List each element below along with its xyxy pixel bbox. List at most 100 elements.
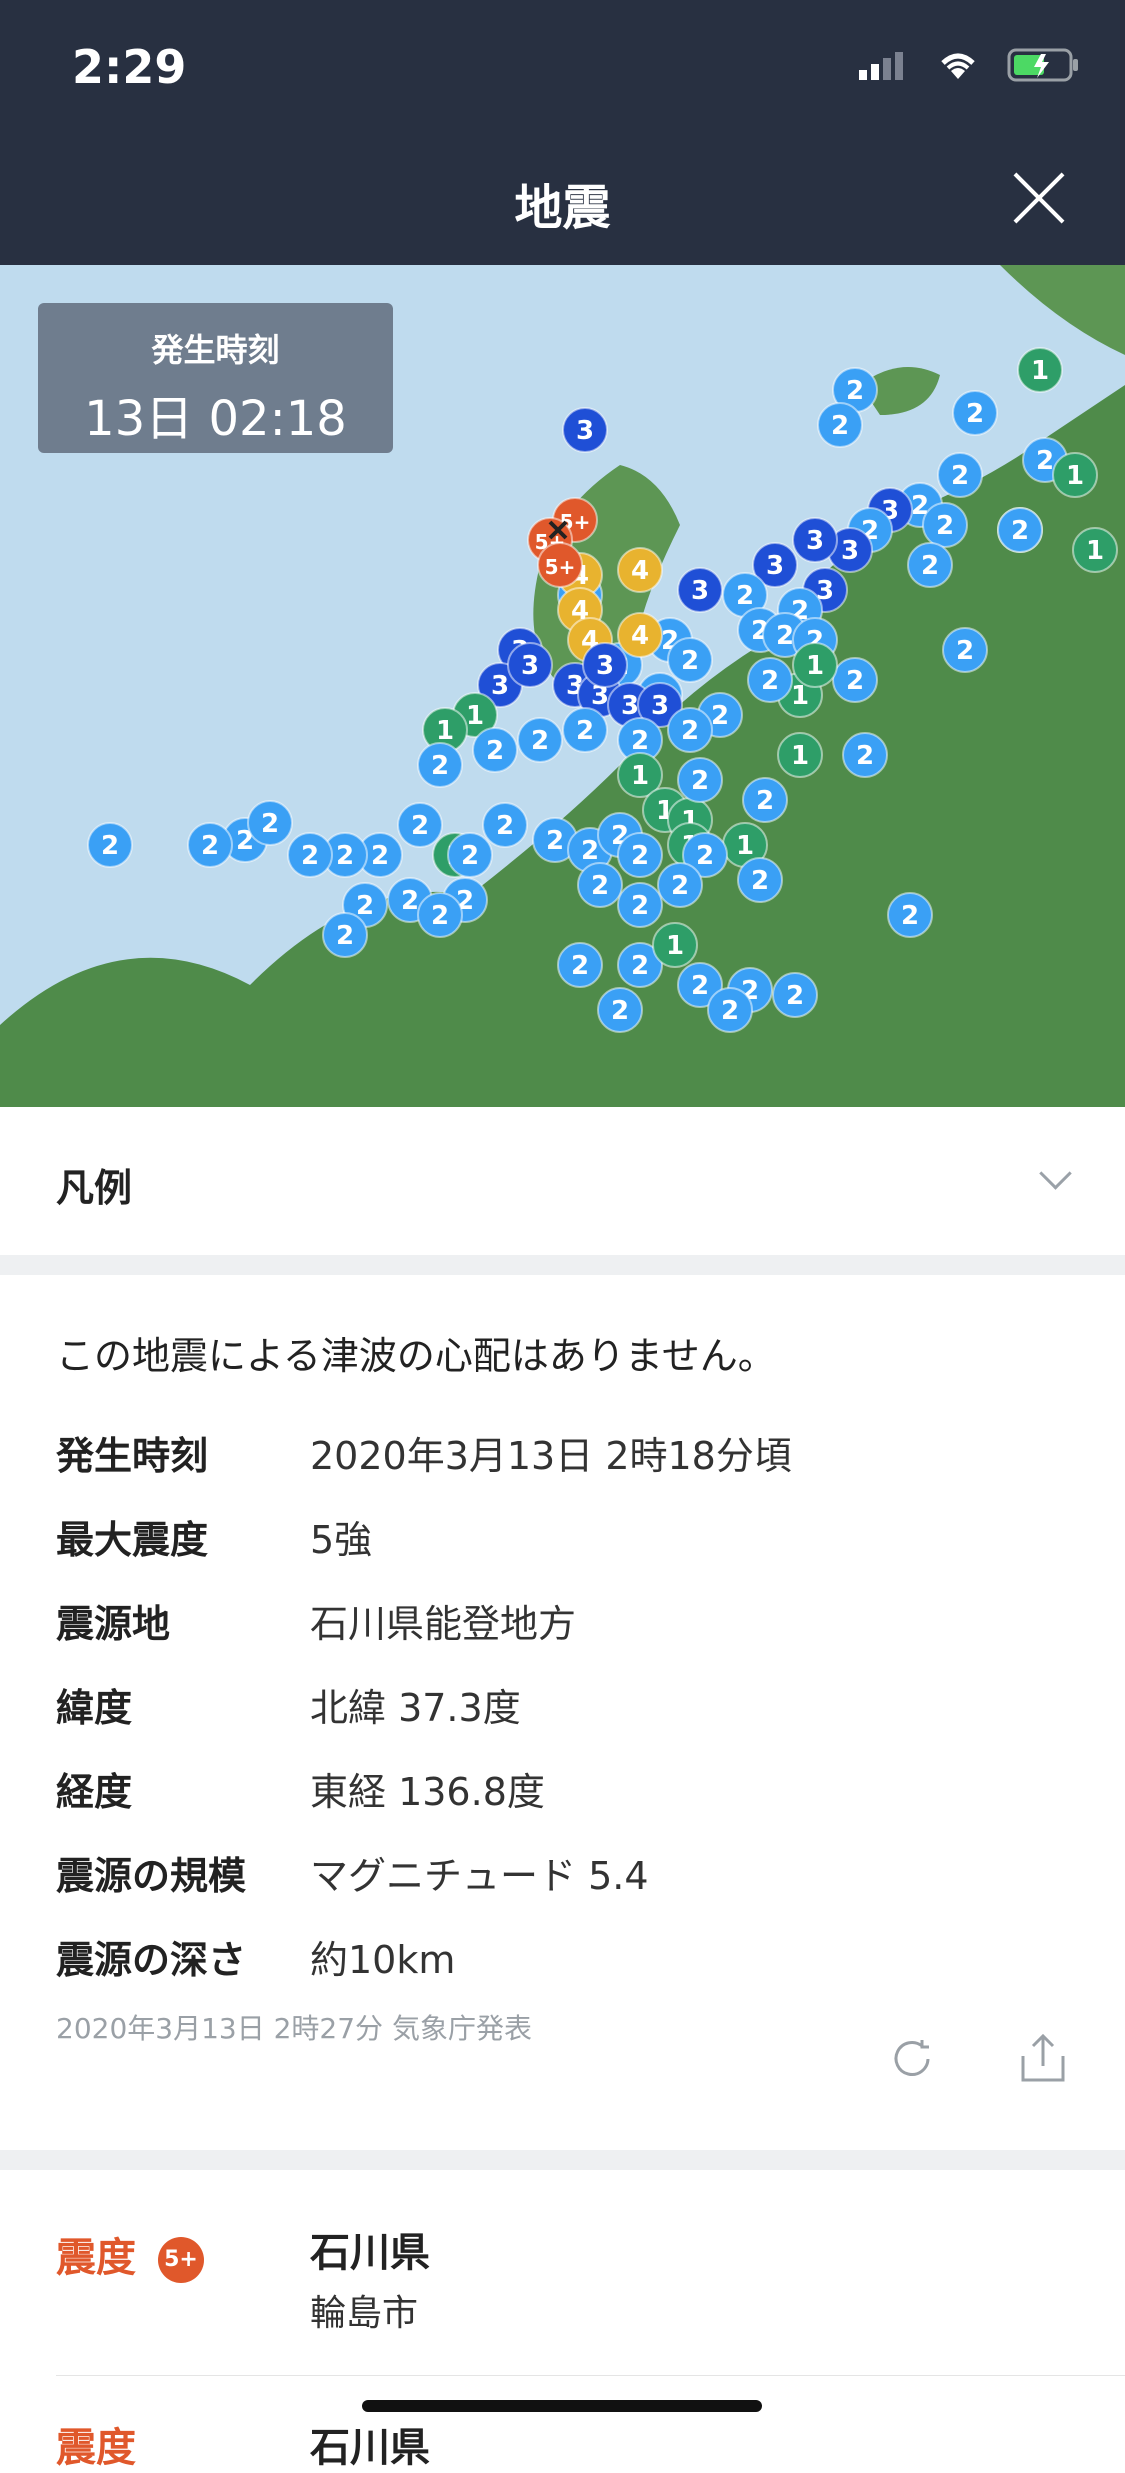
battery-icon (1007, 48, 1078, 82)
occurrence-time-box: 発生時刻 13日 02:18 (38, 303, 393, 453)
intensity-marker-label: 5+ (545, 555, 576, 579)
intensity-marker-label: 3 (621, 691, 639, 721)
info-row: 発生時刻 2020年3月13日 2時18分頃 (56, 1425, 1056, 1485)
intensity-marker-label: 1 (666, 931, 684, 961)
info-row: 経度 東経 136.8度 (56, 1761, 1056, 1821)
intensity-marker-label: 3 (521, 651, 539, 681)
page-title: 地震 (514, 180, 611, 236)
intensity-marker-label: 2 (356, 891, 374, 921)
info-key: 最大震度 (56, 1518, 209, 1562)
info-value: 5強 (310, 1518, 373, 1562)
wifi-icon (941, 53, 975, 79)
intensity-marker-label: 2 (831, 411, 849, 441)
intensity-marker-label: 2 (301, 841, 319, 871)
intensity-marker-label: 2 (696, 841, 714, 871)
intensity-marker-label: 1 (631, 761, 649, 791)
intensity-marker-label: 2 (691, 971, 709, 1001)
intensity-marker-label: 3 (691, 576, 709, 606)
info-value: 北緯 37.3度 (310, 1686, 521, 1730)
intensity-marker-label: 4 (631, 621, 649, 651)
legend-title: 凡例 (56, 1166, 133, 1210)
intensity-label-next: 震度 (56, 2425, 136, 2471)
prefecture-name-next: 石川県 (310, 2425, 430, 2471)
intensity-marker-label: 2 (956, 636, 974, 666)
intensity-marker-label: 3 (651, 691, 669, 721)
intensity-marker-label: 2 (776, 621, 794, 651)
intensity-label-text: 震度 (56, 2235, 136, 2281)
earthquake-info: この地震による津波の心配はありません。 発生時刻 2020年3月13日 2時18… (0, 1275, 1125, 2150)
legend-toggle[interactable]: 凡例 (0, 1107, 1125, 1256)
intensity-marker-label: 2 (1036, 446, 1054, 476)
info-row: 緯度 北緯 37.3度 (56, 1677, 1056, 1737)
info-value: 2020年3月13日 2時18分頃 (310, 1434, 792, 1478)
info-row: 震源の深さ 約10km (56, 1929, 1056, 1989)
intensity-marker-label: 2 (576, 716, 594, 746)
intensity-marker-label: 2 (901, 901, 919, 931)
info-value: 約10km (310, 1938, 456, 1982)
intensity-marker-label: 2 (846, 666, 864, 696)
home-indicator[interactable] (362, 2400, 762, 2412)
earthquake-map[interactable]: 3221221122322123333232222222222444445+5+… (0, 265, 1125, 1107)
status-time: 2:29 (72, 40, 187, 94)
info-row: 震源地 石川県能登地方 (56, 1593, 1056, 1653)
intensity-marker-label: 2 (631, 891, 649, 921)
intensity-marker-label: 1 (1066, 461, 1084, 491)
intensity-marker-label: 2 (846, 376, 864, 406)
info-key: 発生時刻 (56, 1434, 209, 1478)
intensity-marker-label: 2 (966, 399, 984, 429)
intensity-marker-label: 2 (431, 751, 449, 781)
intensity-marker-label: 2 (681, 716, 699, 746)
info-value: 石川県能登地方 (310, 1602, 577, 1646)
intensity-marker-label: 2 (431, 901, 449, 931)
intensity-marker-label: 2 (736, 581, 754, 611)
intensity-marker-label: 1 (1086, 536, 1104, 566)
intensity-marker-label: 2 (336, 921, 354, 951)
info-key: 震源地 (56, 1602, 171, 1646)
intensity-label: 震度 5+ (56, 2225, 204, 2283)
prefecture-name: 石川県 (310, 2230, 430, 2276)
intensity-marker-label: 3 (596, 651, 614, 681)
info-key: 経度 (56, 1770, 133, 1814)
status-icons (859, 48, 1081, 82)
info-key: 緯度 (56, 1686, 133, 1730)
intensity-marker-label: 1 (806, 651, 824, 681)
intensity-marker-label: 2 (711, 701, 729, 731)
intensity-badge: 5+ (157, 2237, 204, 2283)
intensity-marker-label: 2 (401, 886, 419, 916)
intensity-marker-label: 2 (611, 996, 629, 1026)
intensity-marker-label: 2 (546, 826, 564, 856)
intensity-marker-label: 3 (806, 526, 824, 556)
intensity-marker-label: 2 (486, 736, 504, 766)
intensity-marker-label: 2 (691, 766, 709, 796)
intensity-marker-label: 1 (791, 741, 809, 771)
signal-icon (859, 52, 903, 80)
intensity-marker-label: 2 (591, 871, 609, 901)
intensity-marker-label: 2 (631, 726, 649, 756)
tsunami-message: この地震による津波の心配はありません。 (56, 1334, 776, 1378)
share-icon[interactable] (1015, 2030, 1071, 2086)
chevron-down-icon[interactable] (1039, 1157, 1072, 1190)
intensity-marker-label: 2 (951, 461, 969, 491)
intensity-marker-label: 2 (756, 786, 774, 816)
intensity-marker-label: 2 (496, 811, 514, 841)
section-separator (0, 2150, 1125, 2170)
intensity-list: 震度 5+ 石川県 輪島市 震度 石川県 (0, 2170, 1125, 2471)
refresh-icon[interactable] (888, 2035, 936, 2083)
intensity-marker-label: 2 (936, 511, 954, 541)
close-icon[interactable] (1011, 170, 1067, 226)
info-value: マグニチュード 5.4 (310, 1854, 649, 1898)
intensity-marker-label: 2 (411, 811, 429, 841)
intensity-marker-label: 2 (751, 866, 769, 896)
city-name: 輪島市 (310, 2293, 419, 2334)
intensity-marker-label: 1 (736, 831, 754, 861)
intensity-marker-label: 2 (531, 726, 549, 756)
intensity-marker-label: 2 (1011, 516, 1029, 546)
intensity-marker-label: 2 (786, 981, 804, 1011)
intensity-marker-label: 2 (571, 951, 589, 981)
intensity-marker-label: 2 (681, 646, 699, 676)
intensity-marker-label: 3 (576, 416, 594, 446)
intensity-marker-label: 3 (491, 671, 509, 701)
occurrence-time-value: 13日 02:18 (84, 391, 347, 447)
intensity-marker-label: 2 (856, 741, 874, 771)
intensity-marker-label: 2 (631, 951, 649, 981)
